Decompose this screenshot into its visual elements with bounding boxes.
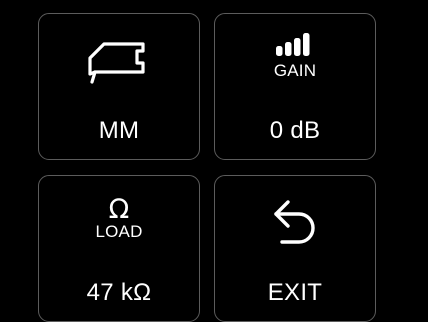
load-caption: LOAD: [95, 222, 143, 241]
exit-button[interactable]: EXIT: [214, 175, 376, 322]
gain-value: 0 dB: [269, 117, 321, 144]
cartridge-type-button[interactable]: MM: [38, 13, 200, 160]
cartridge-type-value: MM: [98, 117, 140, 144]
load-button[interactable]: Ω LOAD 47 kΩ: [38, 175, 200, 322]
omega-icon: Ω LOAD: [39, 194, 199, 241]
omega-glyph: Ω: [108, 194, 130, 225]
exit-label: EXIT: [267, 279, 323, 306]
gain-button[interactable]: GAIN 0 dB: [214, 13, 376, 160]
cartridge-icon: [39, 40, 199, 91]
gain-caption: GAIN: [273, 61, 317, 80]
signal-bars-icon: GAIN: [215, 32, 375, 79]
load-value: 47 kΩ: [86, 279, 152, 306]
back-arrow-icon: [215, 198, 375, 255]
